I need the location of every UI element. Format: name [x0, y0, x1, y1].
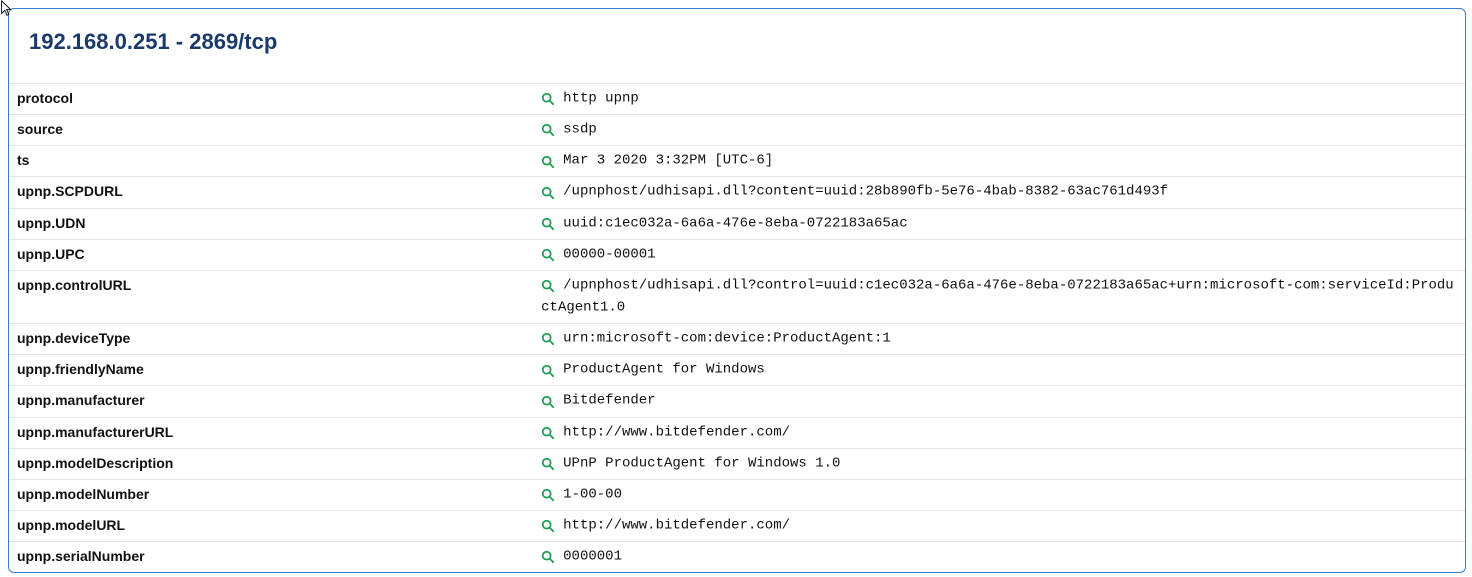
table-row: upnp.UPC 00000-00001	[9, 239, 1465, 270]
search-icon[interactable]	[541, 92, 557, 106]
table-row: upnp.SCPDURL/upnphost/udhisapi.dll?conte…	[9, 177, 1465, 208]
field-key: upnp.controlURL	[9, 270, 533, 323]
field-value: uuid:c1ec032a-6a6a-476e-8eba-0722183a65a…	[563, 215, 907, 231]
table-row: upnp.serialNumber 0000001	[9, 542, 1465, 573]
field-value: Mar 3 2020 3:32PM [UTC-6]	[563, 153, 773, 169]
field-value-cell: 00000-00001	[533, 239, 1465, 270]
field-value: http upnp	[563, 90, 639, 106]
field-value-cell: 1-00-00	[533, 479, 1465, 510]
field-key: upnp.modelNumber	[9, 479, 533, 510]
field-value: /upnphost/udhisapi.dll?control=uuid:c1ec…	[541, 277, 1454, 315]
field-value-cell: Mar 3 2020 3:32PM [UTC-6]	[533, 146, 1465, 177]
field-key: upnp.UDN	[9, 208, 533, 239]
table-row: upnp.manufacturerURL http://www.bitdefend…	[9, 417, 1465, 448]
field-value: urn:microsoft-com:device:ProductAgent:1	[563, 331, 891, 347]
table-row: ts Mar 3 2020 3:32PM [UTC-6]	[9, 146, 1465, 177]
field-key: upnp.manufacturerURL	[9, 417, 533, 448]
field-key: upnp.friendlyName	[9, 355, 533, 386]
field-value: UPnP ProductAgent for Windows 1.0	[563, 455, 840, 471]
search-icon[interactable]	[541, 426, 557, 440]
table-row: upnp.modelNumber 1-00-00	[9, 479, 1465, 510]
field-key: ts	[9, 146, 533, 177]
field-value-cell: UPnP ProductAgent for Windows 1.0	[533, 448, 1465, 479]
field-key: upnp.modelURL	[9, 510, 533, 541]
field-value: Bitdefender	[563, 393, 655, 409]
field-value-cell: /upnphost/udhisapi.dll?control=uuid:c1ec…	[533, 270, 1465, 323]
field-value-cell: http://www.bitdefender.com/	[533, 510, 1465, 541]
search-icon[interactable]	[541, 186, 557, 200]
panel-title: 192.168.0.251 - 2869/tcp	[9, 9, 1465, 83]
kv-table: protocol http upnp source ssdp ts Mar 3 2020 …	[9, 83, 1465, 572]
field-value: http://www.bitdefender.com/	[563, 424, 790, 440]
field-key: source	[9, 115, 533, 146]
field-value-cell: /upnphost/udhisapi.dll?content=uuid:28b8…	[533, 177, 1465, 208]
search-icon[interactable]	[541, 155, 557, 169]
search-icon[interactable]	[541, 248, 557, 262]
field-value-cell: urn:microsoft-com:device:ProductAgent:1	[533, 324, 1465, 355]
table-row: upnp.manufacturer Bitdefender	[9, 386, 1465, 417]
search-icon[interactable]	[541, 395, 557, 409]
field-value: 0000001	[563, 549, 622, 565]
field-value-cell: http upnp	[533, 84, 1465, 115]
table-row: upnp.friendlyName ProductAgent for Window…	[9, 355, 1465, 386]
field-value: 00000-00001	[563, 246, 655, 262]
field-value: ssdp	[563, 122, 597, 138]
field-value-cell: ssdp	[533, 115, 1465, 146]
field-value-cell: 0000001	[533, 542, 1465, 573]
table-row: protocol http upnp	[9, 84, 1465, 115]
field-value: ProductAgent for Windows	[563, 362, 765, 378]
table-row: upnp.deviceType urn:microsoft-com:device:…	[9, 324, 1465, 355]
search-icon[interactable]	[541, 457, 557, 471]
field-key: upnp.modelDescription	[9, 448, 533, 479]
field-value: /upnphost/udhisapi.dll?content=uuid:28b8…	[563, 184, 1168, 200]
field-value-cell: Bitdefender	[533, 386, 1465, 417]
table-row: upnp.modelURL http://www.bitdefender.com/	[9, 510, 1465, 541]
table-row: upnp.controlURL/upnphost/udhisapi.dll?co…	[9, 270, 1465, 323]
search-icon[interactable]	[541, 364, 557, 378]
detail-panel: 192.168.0.251 - 2869/tcp protocol http up…	[8, 8, 1466, 573]
field-key: upnp.serialNumber	[9, 542, 533, 573]
search-icon[interactable]	[541, 550, 557, 564]
field-key: upnp.UPC	[9, 239, 533, 270]
field-value: 1-00-00	[563, 486, 622, 502]
field-value-cell: ProductAgent for Windows	[533, 355, 1465, 386]
table-row: upnp.modelDescription UPnP ProductAgent f…	[9, 448, 1465, 479]
search-icon[interactable]	[541, 123, 557, 137]
field-value-cell: uuid:c1ec032a-6a6a-476e-8eba-0722183a65a…	[533, 208, 1465, 239]
search-icon[interactable]	[541, 488, 557, 502]
field-key: protocol	[9, 84, 533, 115]
field-key: upnp.SCPDURL	[9, 177, 533, 208]
search-icon[interactable]	[541, 279, 557, 293]
field-key: upnp.deviceType	[9, 324, 533, 355]
search-icon[interactable]	[541, 332, 557, 346]
field-key: upnp.manufacturer	[9, 386, 533, 417]
table-row: upnp.UDN uuid:c1ec032a-6a6a-476e-8eba-072…	[9, 208, 1465, 239]
table-row: source ssdp	[9, 115, 1465, 146]
search-icon[interactable]	[541, 217, 557, 231]
field-value-cell: http://www.bitdefender.com/	[533, 417, 1465, 448]
search-icon[interactable]	[541, 519, 557, 533]
field-value: http://www.bitdefender.com/	[563, 517, 790, 533]
